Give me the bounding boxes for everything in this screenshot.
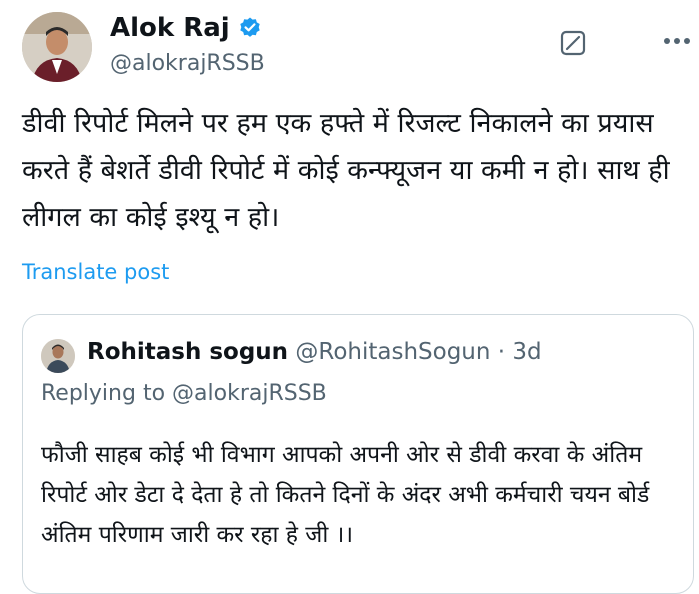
- author-name[interactable]: Alok Raj: [110, 12, 230, 44]
- more-options-icon[interactable]: [660, 26, 694, 56]
- quoted-timestamp[interactable]: 3d: [512, 339, 541, 365]
- author-handle[interactable]: @alokrajRSSB: [110, 50, 265, 78]
- author-name-row: Alok Raj: [110, 12, 262, 44]
- tweet-text: डीवी रिपोर्ट मिलने पर हम एक हफ्ते में रि…: [22, 108, 670, 233]
- quoted-tweet[interactable]: Rohitash sogun @RohitashSogun · 3d Reply…: [22, 314, 694, 594]
- quoted-author-name[interactable]: Rohitash sogun: [87, 339, 288, 365]
- translate-post-link[interactable]: Translate post: [22, 258, 169, 286]
- verified-badge-icon: [238, 16, 262, 40]
- quoted-author-handle[interactable]: @RohitashSogun: [295, 339, 490, 365]
- replying-to-line: Replying to @alokrajRSSB: [41, 379, 327, 409]
- grok-icon[interactable]: [560, 30, 586, 56]
- quoted-header: Rohitash sogun @RohitashSogun · 3d: [87, 337, 542, 367]
- replying-to-label: Replying to: [41, 381, 166, 406]
- quoted-tweet-text: फौजी साहब कोई भी विभाग आपको अपनी ओर से ड…: [41, 442, 650, 548]
- meta-separator: ·: [497, 339, 506, 365]
- quoted-author-avatar[interactable]: [41, 339, 75, 373]
- author-avatar[interactable]: [22, 12, 92, 82]
- replying-to-handle[interactable]: @alokrajRSSB: [172, 381, 327, 406]
- quoted-author-avatar-image: [41, 339, 75, 373]
- author-avatar-image: [22, 12, 92, 82]
